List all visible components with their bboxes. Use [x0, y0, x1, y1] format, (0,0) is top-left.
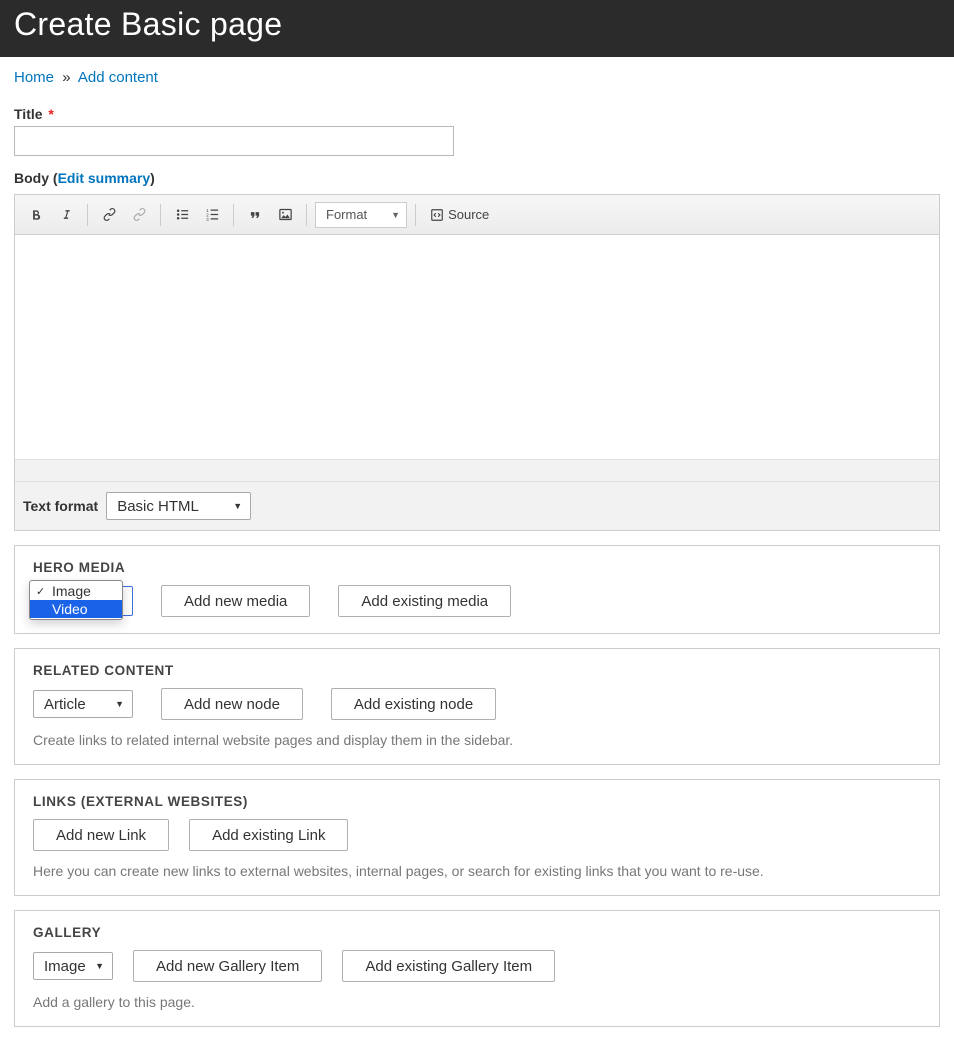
hero-media-title: HERO MEDIA [33, 560, 921, 575]
rich-text-editor: 123 Format ▼ Source [14, 194, 940, 531]
toolbar-separator [415, 204, 416, 226]
hero-option-video[interactable]: Video [30, 600, 122, 618]
title-field-wrapper: Title * [14, 106, 940, 156]
body-label: Body (Edit summary) [14, 170, 155, 186]
image-button[interactable] [272, 202, 298, 228]
bullet-list-icon [175, 207, 190, 222]
numbered-list-button[interactable]: 123 [199, 202, 225, 228]
page-title: Create Basic page [14, 6, 940, 43]
title-label-text: Title [14, 106, 43, 122]
edit-summary-link[interactable]: Edit summary [58, 170, 151, 186]
page-header: Create Basic page [0, 0, 954, 57]
links-help: Here you can create new links to externa… [33, 863, 921, 879]
svg-text:3: 3 [206, 217, 209, 222]
links-fieldset: LINKS (EXTERNAL WEBSITES) Add new Link A… [14, 779, 940, 896]
text-format-value: Basic HTML [117, 498, 199, 515]
title-label: Title * [14, 106, 54, 122]
source-button-label: Source [448, 207, 489, 222]
breadcrumb-home-link[interactable]: Home [14, 69, 54, 86]
numbered-list-icon: 123 [205, 207, 220, 222]
page-content: Home » Add content Title * Body (Edit su… [0, 57, 954, 1039]
toolbar-separator [87, 204, 88, 226]
bullet-list-button[interactable] [169, 202, 195, 228]
gallery-help: Add a gallery to this page. [33, 994, 921, 1010]
check-icon: ✓ [36, 585, 50, 598]
hero-option-image-label: Image [50, 583, 91, 599]
hero-media-row: Add new media Add existing media [33, 585, 921, 617]
format-dropdown[interactable]: Format ▼ [315, 202, 407, 228]
chevron-down-icon: ▼ [95, 961, 104, 971]
breadcrumb-separator: » [62, 69, 70, 86]
toolbar-separator [233, 204, 234, 226]
blockquote-button[interactable] [242, 202, 268, 228]
links-row: Add new Link Add existing Link [33, 819, 921, 851]
breadcrumb: Home » Add content [14, 69, 940, 86]
body-label-text: Body [14, 170, 49, 186]
source-button[interactable]: Source [424, 202, 495, 228]
gallery-select-value: Image [44, 958, 86, 975]
bold-button[interactable] [23, 202, 49, 228]
quote-icon [248, 208, 262, 222]
add-new-node-button[interactable]: Add new node [161, 688, 303, 720]
chevron-down-icon: ▼ [233, 501, 242, 511]
related-content-select-value: Article [44, 696, 86, 713]
hero-media-fieldset: HERO MEDIA Add new media Add existing me… [14, 545, 940, 634]
add-new-media-button[interactable]: Add new media [161, 585, 310, 617]
related-content-row: Article ▼ Add new node Add existing node [33, 688, 921, 720]
bold-icon [29, 208, 43, 222]
chevron-down-icon: ▼ [391, 210, 400, 220]
hero-media-dropdown-open: ✓ Image Video [29, 580, 123, 620]
required-marker: * [48, 106, 53, 122]
editor-body[interactable] [15, 235, 939, 459]
add-existing-gallery-item-button[interactable]: Add existing Gallery Item [342, 950, 555, 982]
hero-option-image[interactable]: ✓ Image [30, 582, 122, 600]
add-existing-media-button[interactable]: Add existing media [338, 585, 511, 617]
image-icon [278, 207, 293, 222]
add-new-gallery-item-button[interactable]: Add new Gallery Item [133, 950, 322, 982]
italic-icon [60, 208, 73, 221]
add-existing-node-button[interactable]: Add existing node [331, 688, 496, 720]
related-content-help: Create links to related internal website… [33, 732, 921, 748]
add-new-link-button[interactable]: Add new Link [33, 819, 169, 851]
unlink-icon [132, 207, 147, 222]
gallery-select[interactable]: Image ▼ [33, 952, 113, 980]
text-format-select[interactable]: Basic HTML ▼ [106, 492, 251, 520]
toolbar-separator [306, 204, 307, 226]
gallery-row: Image ▼ Add new Gallery Item Add existin… [33, 950, 921, 982]
add-existing-link-button[interactable]: Add existing Link [189, 819, 348, 851]
body-field-wrapper: Body (Edit summary) [14, 170, 940, 531]
hero-option-video-label: Video [50, 601, 88, 617]
format-dropdown-label: Format [326, 207, 367, 222]
link-button[interactable] [96, 202, 122, 228]
gallery-fieldset: GALLERY Image ▼ Add new Gallery Item Add… [14, 910, 940, 1027]
related-content-fieldset: RELATED CONTENT Article ▼ Add new node A… [14, 648, 940, 765]
title-input[interactable] [14, 126, 454, 156]
editor-footer-strip [15, 459, 939, 481]
text-format-label: Text format [23, 498, 98, 514]
related-content-select[interactable]: Article ▼ [33, 690, 133, 718]
links-title: LINKS (EXTERNAL WEBSITES) [33, 794, 921, 809]
unlink-button[interactable] [126, 202, 152, 228]
link-icon [102, 207, 117, 222]
gallery-title: GALLERY [33, 925, 921, 940]
text-format-row: Text format Basic HTML ▼ [15, 481, 939, 530]
editor-toolbar: 123 Format ▼ Source [15, 195, 939, 235]
related-content-title: RELATED CONTENT [33, 663, 921, 678]
toolbar-separator [160, 204, 161, 226]
breadcrumb-add-content-link[interactable]: Add content [78, 69, 158, 86]
source-icon [430, 208, 444, 222]
italic-button[interactable] [53, 202, 79, 228]
chevron-down-icon: ▼ [115, 699, 124, 709]
